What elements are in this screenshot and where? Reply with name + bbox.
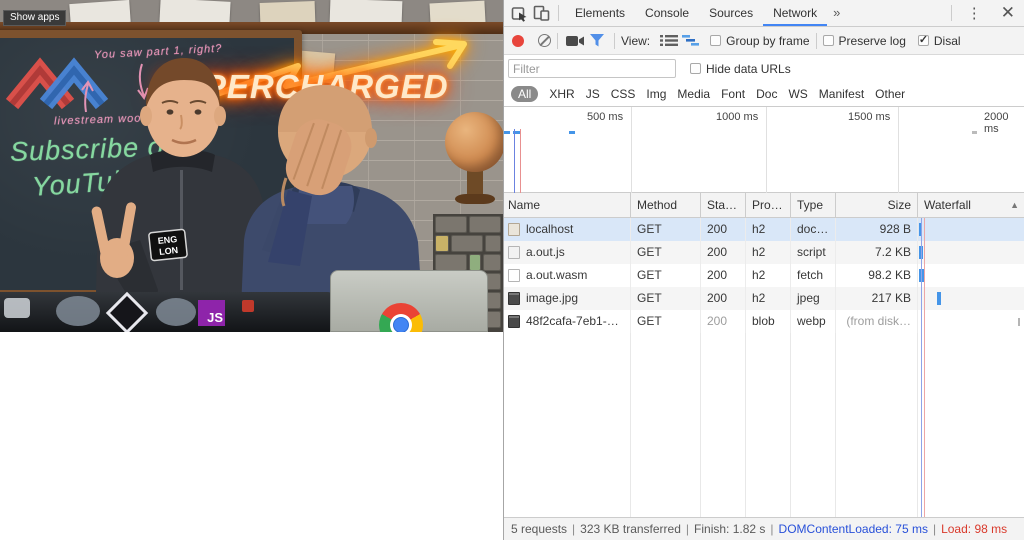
chrome-logo (379, 303, 423, 332)
waterfall-bar (1018, 318, 1020, 326)
red-sticker (242, 300, 254, 312)
table-empty-area (504, 333, 1024, 517)
group-by-frame-label[interactable]: Group by frame (726, 34, 809, 48)
document-icon (508, 269, 520, 282)
column-header-method[interactable]: Method (631, 193, 701, 217)
filter-row: Hide data URLs (504, 55, 1024, 82)
view-list-icon[interactable] (658, 30, 680, 52)
tab-sources[interactable]: Sources (699, 0, 763, 26)
type-filter-bar: All XHR JS CSS Img Media Font Doc WS Man… (504, 82, 1024, 107)
disable-cache-label[interactable]: Disal (934, 34, 961, 48)
timeline-load-line (520, 129, 521, 193)
sort-indicator-icon: ▲ (1010, 193, 1019, 217)
view-label: View: (621, 34, 650, 48)
load-time: Load: 98 ms (941, 522, 1007, 536)
hide-data-urls-label[interactable]: Hide data URLs (706, 62, 791, 76)
presenter-left: ENG LON (91, 58, 268, 332)
device-toolbar-button[interactable] (530, 2, 552, 24)
preserve-log-checkbox[interactable] (823, 35, 834, 46)
type-filter-ws[interactable]: WS (788, 87, 807, 101)
type-filter-xhr[interactable]: XHR (549, 87, 574, 101)
hoodie-patch-text: ENG (157, 234, 177, 246)
disable-cache-checkbox[interactable] (918, 35, 929, 46)
view-waterfall-icon[interactable] (680, 30, 702, 52)
waterfall-bar (937, 292, 941, 305)
record-button[interactable] (512, 35, 524, 47)
requests-table-header: Name Method Sta… Pro… Type Size Waterfal… (504, 193, 1024, 218)
screenshot-root: You saw part 1, right? livestream woo Su… (0, 0, 1024, 540)
timeline-tick: 1000 ms (716, 111, 758, 123)
document-icon (508, 223, 520, 236)
timeline-request-bar (504, 131, 510, 134)
type-filter-all[interactable]: All (511, 86, 538, 102)
filter-funnel-icon[interactable] (586, 30, 608, 52)
inspect-element-button[interactable] (508, 2, 530, 24)
devtools-tabbar: Elements Console Sources Network » ⋮ ✕ (504, 0, 1024, 27)
clear-button[interactable] (538, 34, 551, 47)
sticker (56, 296, 100, 326)
table-row[interactable]: a.out.js GET 200 h2 script 7.2 KB (504, 241, 1024, 264)
column-header-size[interactable]: Size (836, 193, 918, 217)
type-filter-font[interactable]: Font (721, 87, 745, 101)
column-header-type[interactable]: Type (791, 193, 836, 217)
column-header-status[interactable]: Sta… (701, 193, 746, 217)
image-preview-icon (508, 315, 520, 328)
type-filter-js[interactable]: JS (586, 87, 600, 101)
hide-data-urls-checkbox[interactable] (690, 63, 701, 74)
table-row[interactable]: localhost GET 200 h2 doc… 928 B (504, 218, 1024, 241)
laptop-left: JS (0, 292, 332, 332)
group-by-frame-checkbox[interactable] (710, 35, 721, 46)
timeline-overview[interactable]: 500 ms 1000 ms 1500 ms 2000 ms (504, 107, 1024, 193)
tab-console[interactable]: Console (635, 0, 699, 26)
transferred-size: 323 KB transferred (580, 522, 681, 536)
close-devtools-icon[interactable]: ✕ (991, 3, 1024, 23)
filter-input[interactable] (508, 59, 676, 78)
network-status-bar: 5 requests | 323 KB transferred | Finish… (504, 517, 1024, 540)
type-filter-css[interactable]: CSS (611, 87, 636, 101)
table-row[interactable]: 48f2cafa-7eb1-… GET 200 blob webp (from … (504, 310, 1024, 333)
timeline-tick: 1500 ms (848, 111, 890, 123)
column-header-name[interactable]: Name (504, 193, 631, 217)
screenshot-capture-icon[interactable] (564, 30, 586, 52)
network-toolbar: View: Group by frame Preserve log (504, 27, 1024, 55)
devtools-menu-icon[interactable]: ⋮ (958, 4, 991, 22)
devtools-panel: Elements Console Sources Network » ⋮ ✕ (503, 0, 1024, 540)
sticker (156, 298, 196, 326)
tab-network[interactable]: Network (763, 0, 827, 26)
requests-count: 5 requests (511, 522, 567, 536)
table-row[interactable]: a.out.wasm GET 200 h2 fetch 98.2 KB (504, 264, 1024, 287)
timeline-tick: 2000 ms (984, 111, 1024, 135)
type-filter-manifest[interactable]: Manifest (819, 87, 864, 101)
column-header-waterfall[interactable]: Waterfall ▲ (918, 193, 1024, 217)
more-tabs-chevron[interactable]: » (827, 0, 846, 26)
timeline-tick: 500 ms (587, 111, 623, 123)
table-row[interactable]: image.jpg GET 200 h2 jpeg 217 KB (504, 287, 1024, 310)
laptop-right (330, 270, 488, 332)
requests-table-body: localhost GET 200 h2 doc… 928 B a.out.js… (504, 218, 1024, 333)
preserve-log-label[interactable]: Preserve log (839, 34, 906, 48)
type-filter-other[interactable]: Other (875, 87, 905, 101)
show-apps-tooltip: Show apps (3, 10, 66, 26)
waterfall-load-line (924, 218, 925, 517)
js-sticker: JS (198, 300, 225, 326)
sticker (4, 298, 30, 318)
video-scene: You saw part 1, right? livestream woo Su… (0, 0, 503, 332)
type-filter-media[interactable]: Media (677, 87, 710, 101)
tab-elements[interactable]: Elements (565, 0, 635, 26)
type-filter-img[interactable]: Img (646, 87, 666, 101)
timeline-request-bar (972, 131, 977, 134)
diamond-sticker (106, 292, 148, 332)
timeline-dcl-line (514, 129, 515, 193)
hoodie-patch-text: LON (159, 245, 179, 257)
finish-time: Finish: 1.82 s (694, 522, 765, 536)
image-preview-icon (508, 292, 520, 305)
column-header-protocol[interactable]: Pro… (746, 193, 791, 217)
timeline-request-bar (569, 131, 575, 134)
waterfall-dcl-line (921, 218, 922, 517)
dom-content-loaded-time: DOMContentLoaded: 75 ms (779, 522, 928, 536)
document-icon (508, 246, 520, 259)
type-filter-doc[interactable]: Doc (756, 87, 777, 101)
